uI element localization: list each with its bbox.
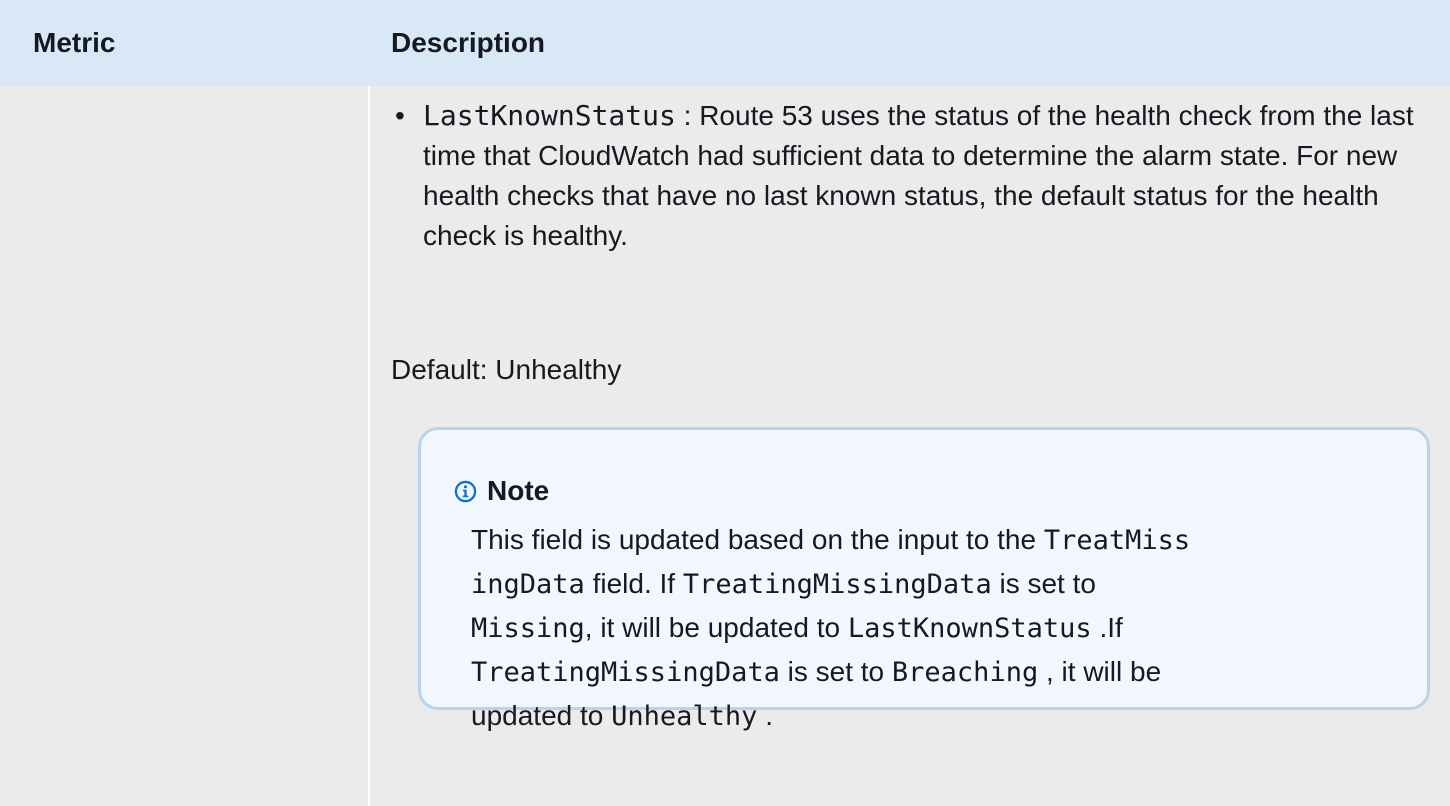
code-treating-missing-data: TreatingMissingData — [682, 569, 992, 600]
code-breaching: Breaching — [891, 657, 1039, 688]
list-item: • LastKnownStatus : Route 53 uses the st… — [391, 96, 1433, 256]
code-treat-missing-data-cont: ingData — [471, 569, 585, 600]
note-text: .If — [1091, 612, 1123, 643]
code-missing: Missing — [471, 613, 585, 644]
bullet-text-line1: : Route 53 uses the status of the health… — [675, 100, 1252, 131]
note-text: . — [757, 700, 773, 731]
note-text: is set to — [991, 568, 1096, 599]
note-title: Note — [487, 475, 550, 506]
note-callout: Note This field is updated based on the … — [418, 427, 1430, 732]
note-text: , it will be updated to — [584, 612, 848, 643]
code-unhealthy: Unhealthy — [611, 701, 758, 732]
note-text: , it will be — [1038, 656, 1162, 687]
bullet-icon: • — [395, 100, 405, 131]
code-treating-missing-data: TreatingMissingData — [471, 657, 780, 688]
header-description: Description — [391, 27, 546, 58]
metric-cell — [0, 86, 368, 806]
info-icon — [454, 480, 477, 502]
note-header: Note — [454, 476, 549, 506]
note-text: is set to — [779, 656, 892, 687]
note-text: field. If — [584, 568, 683, 599]
code-last-known-status: LastKnownStatus — [847, 613, 1092, 644]
note-text: updated to — [471, 700, 612, 731]
default-value: Default: Unhealthy — [391, 354, 622, 385]
table-header: Metric Description — [0, 0, 1450, 86]
note-body: This field is updated based on the input… — [471, 518, 1231, 738]
note-text: This field is updated based on the input… — [471, 524, 1044, 555]
code-last-known-status: LastKnownStatus — [423, 99, 676, 132]
code-treat-missing-data: TreatMiss — [1043, 525, 1191, 556]
description-content: • LastKnownStatus : Route 53 uses the st… — [391, 96, 1431, 256]
header-metric: Metric — [33, 27, 116, 58]
metrics-table: Metric Description • LastKnownStatus : R… — [0, 0, 1450, 806]
